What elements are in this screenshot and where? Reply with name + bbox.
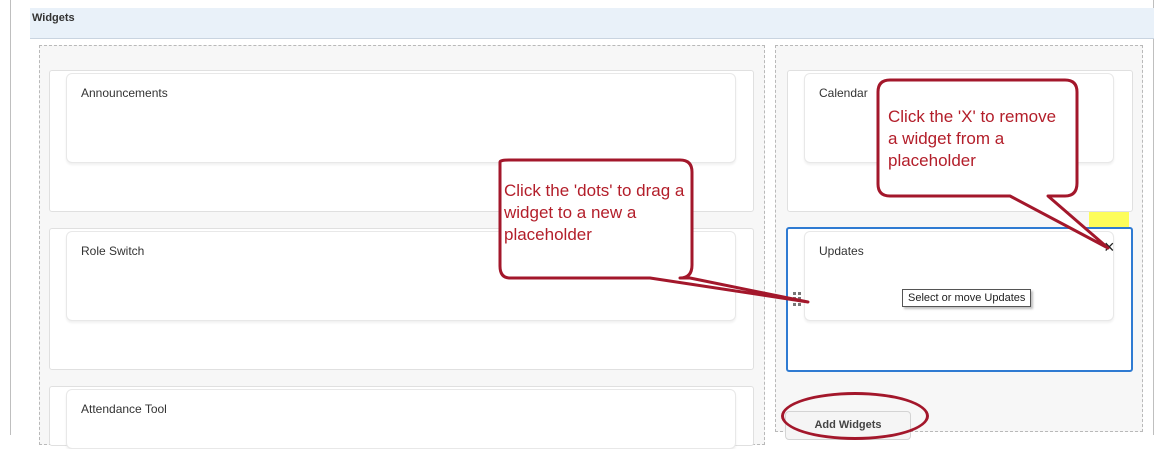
page-title: Widgets bbox=[32, 12, 75, 24]
widget-title: Attendance Tool bbox=[81, 402, 167, 416]
widget-updates[interactable]: Updates bbox=[804, 231, 1114, 321]
annotation-ring bbox=[781, 392, 929, 440]
widgets-header bbox=[30, 8, 1154, 39]
widget-attendance-tool[interactable]: Attendance Tool bbox=[66, 389, 736, 449]
widget-title: Announcements bbox=[81, 86, 168, 100]
callout-text-remove: Click the 'X' to remove a widget from a … bbox=[888, 107, 1057, 170]
drag-handle-icon[interactable] bbox=[793, 292, 801, 306]
widget-title: Role Switch bbox=[81, 244, 145, 258]
widget-title: Updates bbox=[819, 244, 864, 258]
placeholder-attendance-tool[interactable]: Attendance Tool bbox=[49, 386, 754, 449]
widget-announcements[interactable]: Announcements bbox=[66, 73, 736, 163]
close-icon[interactable]: × bbox=[1104, 238, 1115, 256]
placeholder-role-switch[interactable]: Role Switch bbox=[49, 228, 754, 370]
callout-text-drag: Click the 'dots' to drag a widget to a n… bbox=[504, 181, 685, 244]
tooltip: Select or move Updates bbox=[902, 289, 1032, 307]
widget-title: Calendar bbox=[819, 86, 868, 100]
